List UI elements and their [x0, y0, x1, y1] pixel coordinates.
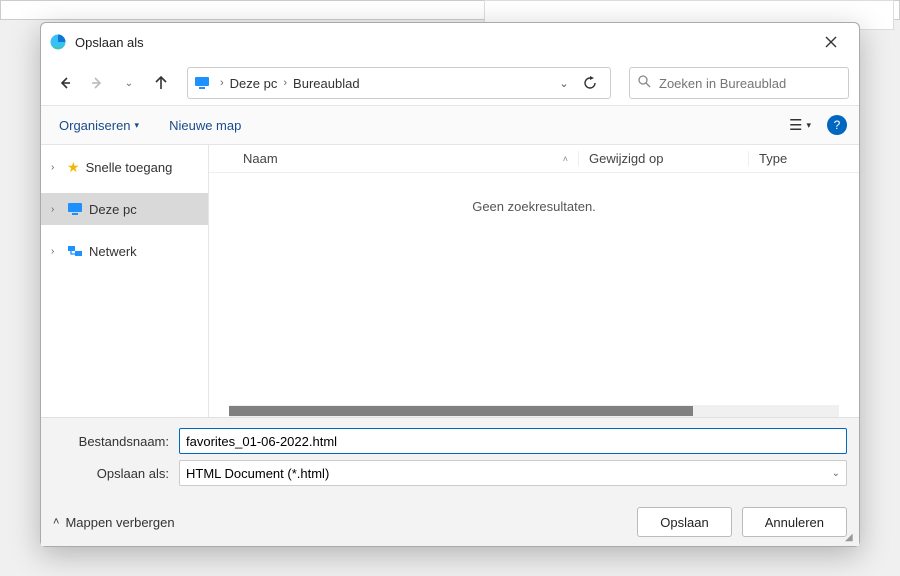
- titlebar: Opslaan als: [41, 23, 859, 61]
- new-folder-button[interactable]: Nieuwe map: [163, 114, 247, 137]
- path-dropdown[interactable]: ⌄: [552, 77, 576, 90]
- back-button[interactable]: [51, 69, 79, 97]
- column-label: Gewijzigd op: [589, 151, 663, 166]
- chevron-down-icon: ⌄: [832, 468, 840, 479]
- search-icon: [638, 75, 651, 91]
- file-list: Naam ˄ Gewijzigd op Type Geen zoekresult…: [209, 145, 859, 417]
- caret-down-icon: ▾: [806, 120, 811, 131]
- save-button[interactable]: Opslaan: [637, 507, 731, 537]
- breadcrumb-leaf[interactable]: Bureaublad: [291, 76, 362, 91]
- filetype-value: HTML Document (*.html): [186, 466, 329, 481]
- organize-button[interactable]: Organiseren ▾: [53, 114, 145, 137]
- tree-item-network[interactable]: › Netwerk: [41, 235, 208, 267]
- chevron-up-icon: ˄: [53, 516, 59, 528]
- chevron-right-icon: ›: [279, 77, 291, 89]
- close-icon: [825, 36, 837, 48]
- star-icon: ★: [67, 159, 80, 176]
- arrow-left-icon: [58, 76, 72, 90]
- arrow-up-icon: [154, 76, 168, 90]
- hide-folders-toggle[interactable]: ˄ Mappen verbergen: [53, 515, 175, 530]
- filetype-row: Opslaan als: HTML Document (*.html) ⌄: [53, 460, 847, 486]
- search-input[interactable]: [657, 75, 840, 92]
- chevron-right-icon: ›: [216, 77, 228, 89]
- chevron-down-icon: ⌄: [559, 77, 568, 90]
- monitor-icon: [67, 201, 83, 217]
- help-button[interactable]: ?: [827, 115, 847, 135]
- scrollbar-thumb[interactable]: [229, 406, 693, 416]
- help-icon: ?: [834, 118, 841, 132]
- monitor-icon: [194, 75, 210, 91]
- column-label: Naam: [243, 151, 278, 166]
- search-box[interactable]: [629, 67, 849, 99]
- filename-label: Bestandsnaam:: [53, 434, 179, 449]
- up-button[interactable]: [147, 69, 175, 97]
- caret-down-icon: ▾: [135, 120, 140, 131]
- filename-input[interactable]: [179, 428, 847, 454]
- filename-section: Bestandsnaam: Opslaan als: HTML Document…: [41, 417, 859, 498]
- list-icon: ☰: [789, 116, 802, 134]
- filetype-label: Opslaan als:: [53, 466, 179, 481]
- footer: ˄ Mappen verbergen Opslaan Annuleren ◢: [41, 498, 859, 546]
- body: › ★ Snelle toegang › Deze pc › Netwerk N…: [41, 145, 859, 417]
- address-bar[interactable]: › Deze pc › Bureaublad ⌄: [187, 67, 611, 99]
- nav-tree: › ★ Snelle toegang › Deze pc › Netwerk: [41, 145, 209, 417]
- toolbar: Organiseren ▾ Nieuwe map ☰ ▾ ?: [41, 105, 859, 145]
- sort-asc-icon: ˄: [563, 154, 568, 164]
- column-headers: Naam ˄ Gewijzigd op Type: [209, 145, 859, 173]
- tree-label: Snelle toegang: [86, 160, 173, 175]
- hide-folders-label: Mappen verbergen: [65, 515, 174, 530]
- new-folder-label: Nieuwe map: [169, 118, 241, 133]
- arrow-right-icon: [90, 76, 104, 90]
- nav-row: ⌄ › Deze pc › Bureaublad ⌄: [41, 61, 859, 105]
- resize-grip-icon[interactable]: ◢: [845, 532, 857, 544]
- list-body: Geen zoekresultaten.: [209, 173, 859, 417]
- column-type[interactable]: Type: [749, 151, 859, 166]
- chevron-right-icon: ›: [51, 246, 61, 257]
- network-icon: [67, 243, 83, 259]
- column-name[interactable]: Naam ˄: [209, 151, 579, 166]
- organize-label: Organiseren: [59, 118, 131, 133]
- history-dropdown[interactable]: ⌄: [115, 69, 143, 97]
- column-modified[interactable]: Gewijzigd op: [579, 151, 749, 166]
- chevron-right-icon: ›: [51, 204, 61, 215]
- dialog-title: Opslaan als: [75, 35, 144, 50]
- filetype-select[interactable]: HTML Document (*.html) ⌄: [179, 460, 847, 486]
- cancel-button[interactable]: Annuleren: [742, 507, 847, 537]
- tree-label: Deze pc: [89, 202, 137, 217]
- breadcrumb-root[interactable]: Deze pc: [228, 76, 280, 91]
- refresh-icon: [583, 76, 597, 90]
- save-as-dialog: Opslaan als ⌄ › Deze pc › Bureaublad ⌄: [40, 22, 860, 547]
- close-button[interactable]: [811, 27, 851, 57]
- tree-item-quick-access[interactable]: › ★ Snelle toegang: [41, 151, 208, 183]
- filename-row: Bestandsnaam:: [53, 428, 847, 454]
- chevron-right-icon: ›: [51, 162, 61, 173]
- forward-button[interactable]: [83, 69, 111, 97]
- empty-message: Geen zoekresultaten.: [472, 199, 596, 214]
- edge-icon: [49, 33, 67, 51]
- tree-item-this-pc[interactable]: › Deze pc: [41, 193, 208, 225]
- chevron-down-icon: ⌄: [125, 78, 133, 89]
- refresh-button[interactable]: [576, 76, 604, 90]
- column-label: Type: [759, 151, 787, 166]
- view-mode-button[interactable]: ☰ ▾: [783, 116, 817, 134]
- tree-label: Netwerk: [89, 244, 137, 259]
- horizontal-scrollbar[interactable]: [229, 405, 839, 417]
